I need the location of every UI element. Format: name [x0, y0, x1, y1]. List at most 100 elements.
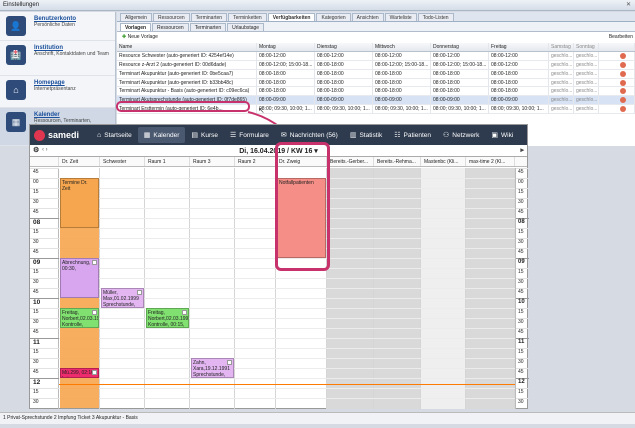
- column-header[interactable]: Mittwoch: [373, 43, 431, 51]
- table-cell: geschlo...: [551, 51, 574, 60]
- tab-allgemein[interactable]: Allgemein: [120, 13, 152, 21]
- calendar-column-header[interactable]: Raum 1: [145, 157, 190, 166]
- time-label: 15: [516, 348, 529, 358]
- subtab-bar: Vorlagen Ressourcen Terminarten Urlaubstage: [117, 22, 635, 32]
- table-row[interactable]: Resource z-Arzt 2 (auto-generiert ID: 00…: [117, 60, 635, 70]
- tab-terminketten[interactable]: Terminketten: [228, 13, 267, 21]
- table-cell: 08:00-12:00; 15:00-18...: [373, 60, 431, 69]
- subtab-ressourcen[interactable]: Ressourcen: [152, 23, 189, 31]
- next-day-icon[interactable]: ▸: [520, 146, 524, 154]
- event-checkbox[interactable]: [227, 360, 232, 365]
- delete-cell: [599, 60, 635, 69]
- calendar-column-header[interactable]: Bereits.-Rehma...: [374, 157, 421, 166]
- table-row[interactable]: Terminart Akupunktur (auto-generiert ID:…: [117, 69, 635, 79]
- subtab-terminarten[interactable]: Terminarten: [189, 23, 227, 31]
- event-checkbox[interactable]: [92, 260, 97, 265]
- grid-line: [59, 308, 515, 309]
- event-text: Zahn, Xara,19.12.1991 Sprechstunde,: [193, 360, 230, 378]
- column-header[interactable]: Sonntag: [574, 43, 599, 51]
- column-header[interactable]: Freitag: [489, 43, 549, 51]
- delete-icon[interactable]: [620, 70, 626, 77]
- prev-next-icon[interactable]: ‹ ›: [42, 147, 48, 153]
- calendar-column-header[interactable]: Mastenbc (Kli...: [421, 157, 466, 166]
- calendar-event[interactable]: Zahn, Xara,19.12.1991 Sprechstunde,: [191, 358, 234, 378]
- event-checkbox[interactable]: [92, 370, 97, 375]
- column-header[interactable]: Samstag: [549, 43, 574, 51]
- column-header[interactable]: Dienstag: [315, 43, 373, 51]
- calendar-column-header[interactable]: Raum 2: [235, 157, 276, 166]
- table-cell: geschlo...: [576, 69, 599, 78]
- mail-icon: ✉: [280, 132, 287, 139]
- highlight-row-annotation: [116, 101, 250, 112]
- tab-verfügbarkeiten[interactable]: Verfügbarkeiten: [267, 13, 316, 21]
- calendar-column-header[interactable]: Raum 3: [190, 157, 235, 166]
- table-cell: 08:00-18:00: [315, 69, 373, 78]
- time-label: 15: [30, 188, 59, 198]
- calendar-event[interactable]: Mü.299, 02:10, kein: [60, 368, 99, 378]
- calendar-column-header[interactable]: Bereits.-Gerber...: [327, 157, 374, 166]
- new-template-button[interactable]: ✚ Neue Vorlage: [122, 34, 158, 40]
- delete-icon[interactable]: [620, 52, 626, 59]
- nav-formulare[interactable]: ☰ Formulare: [224, 125, 275, 145]
- home-icon: ⌂: [97, 131, 102, 139]
- nav-netzwerk[interactable]: ⚇ Netzwerk: [437, 125, 485, 145]
- table-row[interactable]: Resource Schwester (auto-generiert ID: 4…: [117, 51, 635, 61]
- delete-icon[interactable]: [620, 79, 626, 86]
- delete-icon[interactable]: [620, 61, 626, 68]
- table-cell: 08:00-12:00: [489, 51, 549, 60]
- column-header[interactable]: Montag: [257, 43, 315, 51]
- samedi-logo[interactable]: samedi: [30, 129, 91, 141]
- time-label: 45: [30, 368, 59, 378]
- tab-warteliste[interactable]: Warteliste: [384, 13, 417, 21]
- nav-startseite[interactable]: ⌂ Startseite: [91, 125, 138, 145]
- sidebar-item-benutzerkonto[interactable]: 👤 Benutzerkonto Persönliche Daten: [0, 12, 115, 41]
- nav-patienten[interactable]: ☷ Patienten: [388, 125, 437, 145]
- time-label: 15: [516, 268, 529, 278]
- calendar-event[interactable]: Freitag, Norbert,02.03.1999 Kontrolle, 0…: [60, 308, 99, 328]
- subtab-urlaubstage[interactable]: Urlaubstage: [227, 23, 265, 31]
- table-cell: Terminart Akupunktur - Basis (auto-gener…: [117, 87, 257, 96]
- calendar-column-header[interactable]: Dr. Zeit: [59, 157, 100, 166]
- calendar-column-header[interactable]: max-time 2 (Kl...: [466, 157, 515, 166]
- sidebar-item-institution[interactable]: 🏥 Institution Anschrift, Kontaktdaten un…: [0, 41, 115, 76]
- table-cell: geschlo...: [576, 51, 599, 60]
- tab-terminarten[interactable]: Terminarten: [190, 13, 228, 21]
- nav-statistik[interactable]: ▥ Statistik: [344, 125, 388, 145]
- time-axis-right: 45 00 15 30 45 08 15 30 45 09 15 30 45 10 15 30 45 11 15 30…: [515, 168, 529, 409]
- table-row[interactable]: Terminart Akupunktur (auto-generiert ID:…: [117, 78, 635, 88]
- event-checkbox[interactable]: [92, 310, 97, 315]
- calendar-event[interactable]: Müller, Max,01.02.1999 Sprechstunde, 00:…: [101, 288, 144, 308]
- tab-todo-listen[interactable]: Todo-Listen: [417, 13, 454, 21]
- delete-icon[interactable]: [620, 88, 626, 95]
- nav-kurse[interactable]: ▤ Kurse: [185, 125, 224, 145]
- tab-kategorien[interactable]: Kategorien: [316, 13, 351, 21]
- subtab-vorlagen[interactable]: Vorlagen: [120, 23, 152, 31]
- delete-icon[interactable]: [620, 97, 626, 104]
- sidebar-item-homepage[interactable]: ⌂ Homepage Internetpräsentanz: [0, 76, 115, 108]
- nav-kalender[interactable]: ▦ Kalender: [137, 127, 186, 143]
- edit-button[interactable]: Bearbeiten: [609, 32, 633, 42]
- gear-icon[interactable]: ⚙: [33, 146, 39, 154]
- time-label: 45: [30, 288, 59, 298]
- table-cell: 08:00-18:00: [315, 87, 373, 96]
- calendar-event[interactable]: Freitag, Norbert,02.03.1999 Kontrolle, 0…: [146, 308, 189, 328]
- table-row[interactable]: Terminart Akupunktur - Basis (auto-gener…: [117, 87, 635, 97]
- event-checkbox[interactable]: [137, 290, 142, 295]
- column-header[interactable]: Name: [117, 43, 257, 51]
- column-header[interactable]: Donnerstag: [431, 43, 489, 51]
- calendar-column-header[interactable]: Schwester: [100, 157, 145, 166]
- calendar-event[interactable]: Abrechnung, 00:30,: [60, 258, 99, 298]
- column-header[interactable]: [599, 43, 635, 51]
- time-label: 30: [30, 318, 59, 328]
- tab-ansichten[interactable]: Ansichten: [351, 13, 384, 21]
- window-titlebar: Einstellungen ✕: [0, 0, 635, 11]
- close-icon[interactable]: ✕: [626, 0, 631, 11]
- tab-ressourcen[interactable]: Ressourcen: [152, 13, 190, 21]
- delete-icon[interactable]: [620, 106, 626, 113]
- delete-cell: [599, 78, 635, 87]
- delete-cell: [599, 96, 635, 105]
- event-text: Müller, Max,01.02.1999 Sprechstunde, 00:…: [103, 290, 139, 308]
- nav-wiki[interactable]: ▣ Wiki: [485, 125, 519, 145]
- calendar-event[interactable]: Termine Dr. Zeit: [60, 178, 99, 228]
- event-checkbox[interactable]: [182, 310, 187, 315]
